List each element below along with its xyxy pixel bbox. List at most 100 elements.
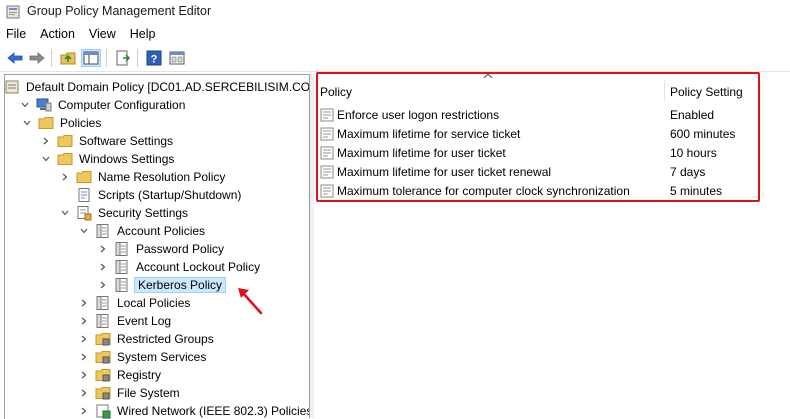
tree-item[interactable]: Software Settings (41, 132, 175, 150)
policy-document-icon (115, 260, 128, 274)
show-hide-console-tree-button[interactable] (81, 49, 101, 67)
tree-item-label: Local Policies (117, 296, 191, 310)
tree-item[interactable]: Registry (79, 366, 163, 384)
export-list-button[interactable] (113, 49, 133, 67)
forward-button[interactable] (27, 49, 47, 67)
tree-item[interactable]: Restricted Groups (79, 330, 216, 348)
policy-document-icon (96, 224, 109, 238)
tree-item-label: Event Log (117, 314, 172, 328)
tree-item[interactable]: Windows Settings (41, 150, 176, 168)
tree-item[interactable]: Local Policies (79, 294, 192, 312)
up-folder-icon (60, 52, 76, 65)
chevron-down-icon[interactable] (79, 226, 89, 236)
window-title: Group Policy Management Editor (27, 4, 212, 18)
up-one-level-button[interactable] (58, 49, 78, 67)
chevron-right-icon[interactable] (79, 298, 89, 308)
menu-action[interactable]: Action (34, 27, 83, 41)
chevron-right-icon[interactable] (98, 280, 108, 290)
tree-item-label: Security Settings (98, 206, 189, 220)
menu-view[interactable]: View (83, 27, 124, 41)
chevron-right-icon[interactable] (98, 244, 108, 254)
tree-item[interactable]: Account Lockout Policy (98, 258, 262, 276)
chevron-down-icon[interactable] (22, 118, 32, 128)
tree-item-label: Registry (117, 368, 162, 382)
tree-item[interactable]: Name Resolution Policy (60, 168, 227, 186)
chevron-right-icon[interactable] (98, 262, 108, 272)
chevron-right-icon[interactable] (60, 172, 70, 182)
chevron-right-icon[interactable] (79, 406, 89, 416)
tree-item[interactable]: Scripts (Startup/Shutdown) (60, 186, 243, 204)
toolbar-separator (137, 49, 138, 67)
folder-lock-icon (95, 369, 111, 382)
tree-item-label: Kerberos Policy (134, 277, 227, 293)
gpme-app-icon (6, 5, 20, 19)
computer-icon (36, 98, 52, 112)
tree-item[interactable]: Kerberos Policy (98, 276, 227, 294)
chevron-down-icon[interactable] (60, 208, 70, 218)
show-hide-tree-icon (83, 51, 99, 65)
svg-text:?: ? (151, 54, 158, 66)
tree-item-label: Restricted Groups (117, 332, 214, 346)
tree-item-label: Password Policy (136, 242, 225, 256)
properties-button[interactable] (167, 49, 187, 67)
title-bar: Group Policy Management Editor (0, 0, 790, 24)
chevron-down-icon[interactable] (41, 154, 51, 164)
chevron-right-icon[interactable] (79, 334, 89, 344)
tree-item[interactable]: Account Policies (79, 222, 207, 240)
network-icon (96, 404, 111, 419)
toolbar: ? (0, 45, 790, 71)
back-button[interactable] (5, 49, 25, 67)
chevron-right-icon[interactable] (79, 316, 89, 326)
tree-item[interactable]: System Services (79, 348, 208, 366)
chevron-right-icon[interactable] (41, 136, 51, 146)
tree-item-label: Policies (60, 116, 102, 130)
tree-item-label: File System (117, 386, 180, 400)
export-list-icon (116, 50, 131, 66)
tree-item[interactable]: Policies (22, 114, 103, 132)
help-button[interactable]: ? (144, 49, 164, 67)
chevron-down-icon[interactable] (20, 100, 30, 110)
folder-icon (76, 171, 92, 183)
folder-icon (57, 153, 73, 165)
menu-help[interactable]: Help (124, 27, 164, 41)
folder-lock-icon (95, 333, 111, 346)
folder-icon (38, 117, 54, 129)
tree-item[interactable]: Default Domain Policy [DC01.AD.SERCEBILI… (5, 78, 309, 96)
forward-icon (29, 52, 45, 64)
tree-item[interactable]: Password Policy (98, 240, 226, 258)
tree-item-label: Default Domain Policy [DC01.AD.SERCEBILI… (26, 80, 309, 94)
tree-item[interactable]: Event Log (79, 312, 173, 330)
tree-item[interactable]: Security Settings (60, 204, 190, 222)
annotation-arrow-icon (238, 288, 263, 315)
policy-document-icon (115, 242, 128, 256)
tree-item-label: Account Policies (117, 224, 206, 238)
policy-document-icon (96, 314, 109, 328)
tree-item-label: Scripts (Startup/Shutdown) (98, 188, 242, 202)
tree-item-label: Account Lockout Policy (136, 260, 261, 274)
tree-item[interactable]: Wired Network (IEEE 802.3) Policies (79, 402, 309, 419)
tree-item[interactable]: File System (79, 384, 182, 402)
policy-document-icon (115, 278, 128, 292)
console-tree[interactable]: Default Domain Policy [DC01.AD.SERCEBILI… (4, 74, 309, 419)
properties-icon (169, 51, 185, 65)
toolbar-separator (51, 49, 52, 67)
folder-icon (57, 135, 73, 147)
tree-item[interactable]: Computer Configuration (20, 96, 187, 114)
tree-item-label: Windows Settings (79, 152, 175, 166)
chevron-right-icon[interactable] (79, 352, 89, 362)
tree-item-label: System Services (117, 350, 207, 364)
tree-item-label: Software Settings (79, 134, 174, 148)
menu-file[interactable]: File (0, 27, 34, 41)
chevron-right-icon[interactable] (79, 370, 89, 380)
folder-lock-icon (95, 351, 111, 364)
toolbar-separator (106, 49, 107, 67)
back-icon (7, 52, 23, 64)
chevron-right-icon[interactable] (79, 388, 89, 398)
tree-item-label: Computer Configuration (58, 98, 186, 112)
script-icon (78, 188, 90, 202)
tree-item-label: Wired Network (IEEE 802.3) Policies (117, 404, 309, 418)
menu-bar: File Action View Help (0, 24, 790, 44)
folder-lock-icon (95, 387, 111, 400)
annotation-highlight-box (316, 72, 760, 202)
